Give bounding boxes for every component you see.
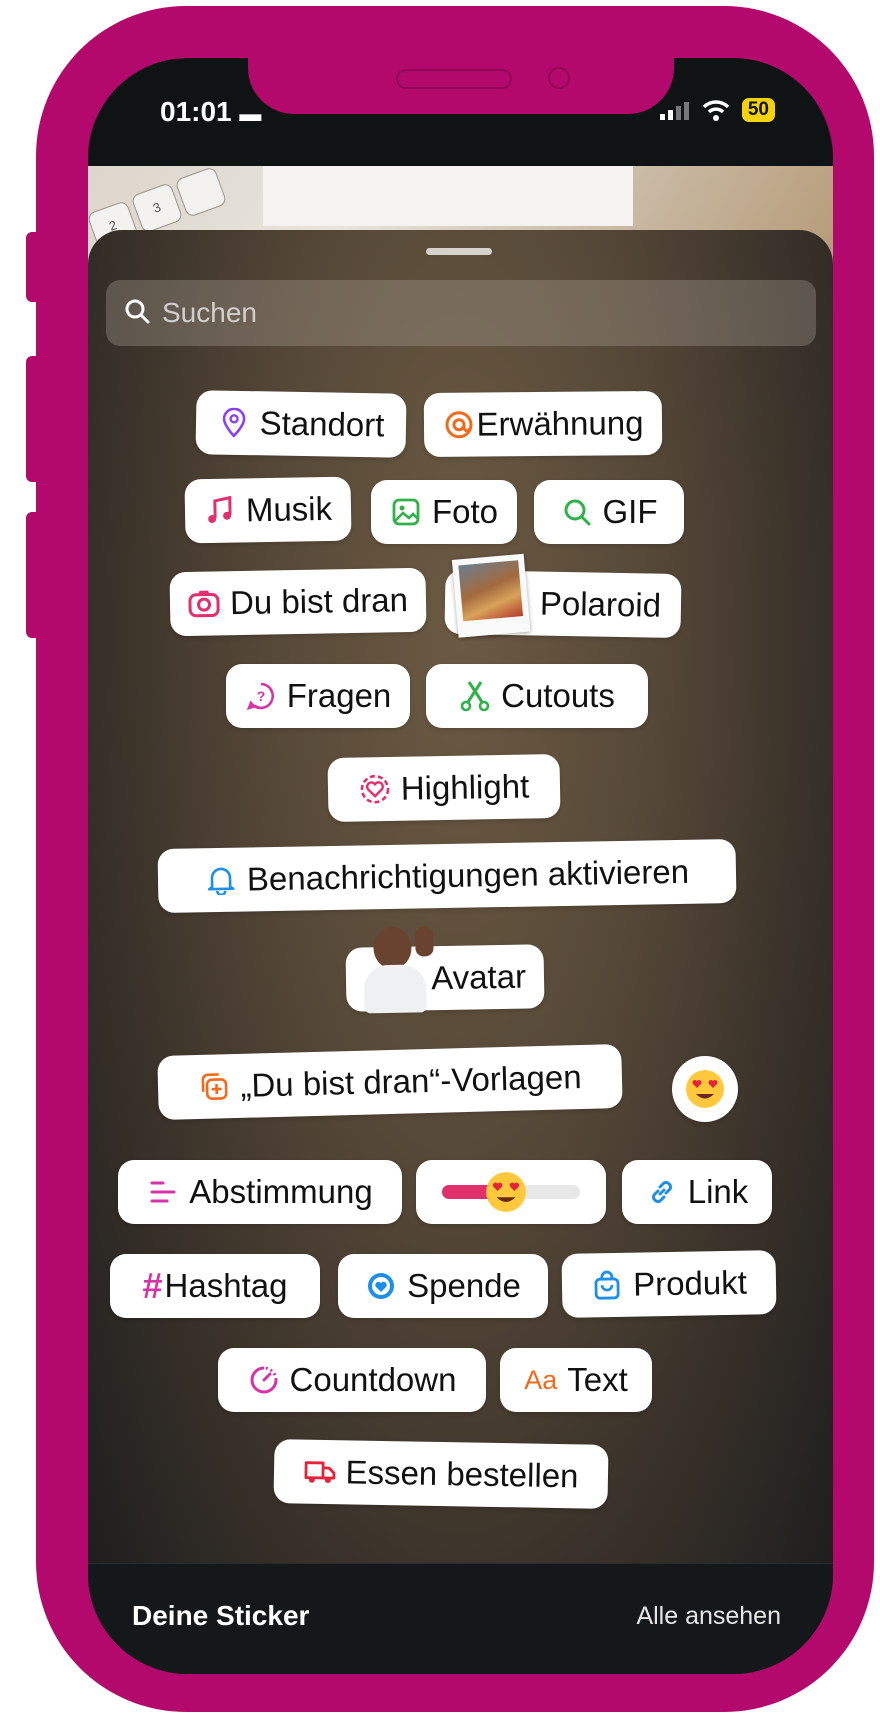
sticker-label: GIF	[602, 493, 658, 530]
avatar-hand	[415, 926, 434, 957]
sticker-cutouts[interactable]: Cutouts	[426, 664, 648, 728]
search-icon	[124, 298, 150, 329]
sticker-vorlagen[interactable]: „Du bist dran“-Vorlagen	[157, 1043, 623, 1121]
sticker-label: Produkt	[632, 1263, 748, 1303]
threads-at-icon	[442, 409, 474, 441]
notch	[248, 52, 674, 114]
sticker-standort[interactable]: Standort	[195, 390, 407, 458]
sticker-label: Cutouts	[501, 677, 615, 714]
sticker-label: Du bist dran	[229, 581, 409, 622]
my-stickers-title: Deine Sticker	[132, 1600, 310, 1631]
sticker-gif[interactable]: GIF	[534, 480, 684, 544]
sticker-avatar[interactable]: Avatar	[345, 926, 545, 1014]
link-icon	[646, 1176, 678, 1208]
countdown-timer-icon	[248, 1364, 280, 1396]
shopping-bag-icon	[591, 1269, 624, 1302]
sticker-label: Polaroid	[539, 584, 662, 624]
location-pin-icon	[217, 407, 250, 440]
photo-icon	[390, 496, 422, 528]
sheet-grabber[interactable]	[426, 248, 492, 255]
keyboard-key: 3	[130, 182, 184, 234]
wifi-icon	[702, 100, 730, 121]
add-template-icon	[198, 1070, 231, 1103]
sticker-label: Highlight	[400, 767, 530, 807]
sticker-du-bist-dran[interactable]: Du bist dran	[169, 567, 427, 637]
avatar-head	[373, 926, 412, 970]
sticker-label: „Du bist dran“-Vorlagen	[239, 1057, 582, 1104]
avatar-figure	[359, 924, 445, 1014]
highlight-heart-icon	[359, 773, 392, 806]
sticker-fragen[interactable]: ? Fragen	[226, 664, 410, 728]
sticker-polaroid[interactable]: Polaroid	[444, 553, 682, 639]
sticker-spende[interactable]: Spende	[338, 1254, 548, 1318]
sticker-label: Fragen	[286, 677, 392, 714]
sticker-emoji-reaction[interactable]	[672, 1056, 738, 1122]
slider-track	[442, 1172, 580, 1212]
delivery-icon	[303, 1456, 336, 1489]
sticker-label: Text	[567, 1361, 628, 1398]
sticker-highlight[interactable]: Highlight	[327, 753, 561, 823]
sticker-sheet: Suchen Standort Erwähnung Musik Foto GIF…	[88, 230, 833, 1674]
sticker-label: Musik	[245, 489, 333, 529]
sticker-emoji-slider[interactable]	[416, 1160, 606, 1224]
avatar-body	[363, 964, 427, 1014]
music-note-icon	[204, 495, 237, 528]
sticker-countdown[interactable]: Countdown	[218, 1348, 486, 1412]
time-text: 01:01	[160, 96, 232, 127]
question-bubble-icon: ?	[245, 680, 277, 712]
bell-icon	[205, 864, 238, 897]
sticker-label: Spende	[407, 1267, 521, 1304]
see-all-link[interactable]: Alle ansehen	[636, 1602, 781, 1631]
heart-eyes-emoji-icon	[486, 1172, 526, 1212]
sticker-label: Countdown	[289, 1361, 457, 1398]
search-placeholder: Suchen	[162, 297, 257, 328]
hashtag-icon: #	[142, 1265, 163, 1306]
text-aa-icon: Aa	[524, 1364, 558, 1395]
scissors-icon	[459, 680, 491, 712]
speaker-grill	[396, 69, 512, 89]
sticker-label: Link	[687, 1173, 749, 1210]
donate-heart-icon	[365, 1270, 397, 1302]
sticker-produkt[interactable]: Produkt	[561, 1250, 777, 1318]
sticker-label: Essen bestellen	[345, 1453, 579, 1495]
heart-eyes-emoji-icon	[686, 1070, 724, 1108]
poll-lines-icon	[147, 1176, 179, 1208]
notebook	[263, 166, 633, 226]
keyboard-key	[174, 166, 228, 218]
signal-icon	[659, 102, 689, 120]
polaroid-image	[458, 560, 524, 622]
sticker-musik[interactable]: Musik	[184, 476, 352, 544]
sticker-benachrichtigungen[interactable]: Benachrichtigungen aktivieren	[157, 838, 737, 914]
battery-indicator: 50	[741, 98, 775, 122]
sticker-label: Abstimmung	[189, 1173, 373, 1210]
camera-icon	[188, 587, 221, 620]
sticker-label: Benachrichtigungen aktivieren	[246, 852, 690, 898]
status-time: 01:01 ▬	[160, 96, 261, 128]
front-camera	[548, 67, 570, 89]
sticker-text[interactable]: Aa Text	[500, 1348, 652, 1412]
sticker-label: Foto	[431, 493, 499, 530]
sticker-label: Hashtag	[164, 1267, 288, 1304]
sticker-essen-bestellen[interactable]: Essen bestellen	[273, 1439, 609, 1509]
svg-text:?: ?	[256, 688, 265, 704]
sticker-erwaehnung[interactable]: Erwähnung	[423, 390, 663, 458]
phone-screen: 01:01 ▬ 50 2 3 Suchen Standort Erwähnung…	[88, 58, 833, 1674]
sleep-icon: ▬	[239, 101, 262, 126]
sticker-label: Erwähnung	[476, 404, 644, 443]
sticker-hashtag[interactable]: # Hashtag	[110, 1254, 320, 1318]
sticker-label: Standort	[259, 404, 385, 444]
my-stickers-bar: Deine Sticker Alle ansehen	[88, 1563, 833, 1674]
sticker-foto[interactable]: Foto	[371, 480, 517, 544]
sticker-abstimmung[interactable]: Abstimmung	[118, 1160, 402, 1224]
search-icon	[561, 496, 593, 528]
sticker-link[interactable]: Link	[622, 1160, 772, 1224]
search-bar[interactable]: Suchen	[106, 280, 816, 346]
status-icons: 50	[659, 98, 775, 122]
polaroid-photo	[451, 553, 531, 638]
sticker-label: Avatar	[430, 957, 527, 997]
